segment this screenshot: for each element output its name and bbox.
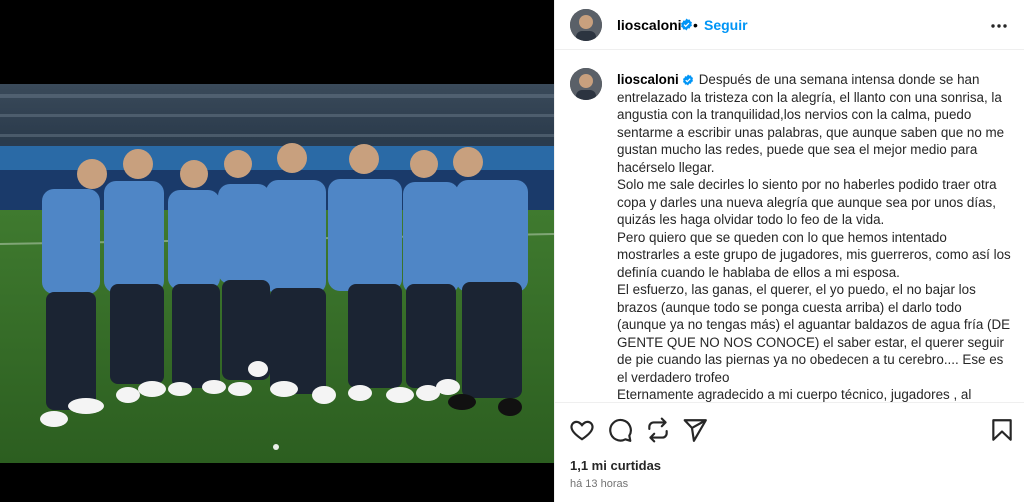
caption-paragraph: El esfuerzo, las ganas, el querer, el yo… xyxy=(617,282,1011,385)
share-icon[interactable] xyxy=(645,417,671,443)
verified-badge-icon xyxy=(682,74,693,86)
author-avatar[interactable] xyxy=(570,9,602,41)
author-username[interactable]: lioscaloni xyxy=(617,17,682,33)
post-timestamp[interactable]: há 13 horas xyxy=(570,478,628,490)
heart-icon[interactable] xyxy=(569,417,595,443)
carousel-indicator-dot[interactable] xyxy=(273,444,279,450)
send-icon[interactable] xyxy=(682,417,708,443)
follow-button[interactable]: Seguir xyxy=(704,17,748,33)
post-header: lioscaloni • Seguir xyxy=(555,0,1024,50)
caption-username[interactable]: lioscaloni xyxy=(617,72,679,87)
verified-badge-icon xyxy=(681,18,692,31)
caption-author-avatar[interactable] xyxy=(570,68,602,100)
caption-text: lioscaloni Después de una semana intensa… xyxy=(617,71,1012,402)
avatar-image xyxy=(570,9,602,41)
post-actions: 1,1 mi curtidas há 13 horas xyxy=(555,402,1024,502)
likes-count[interactable]: 1,1 mi curtidas xyxy=(570,458,661,473)
caption-paragraph: Después de una semana intensa donde se h… xyxy=(617,72,1005,175)
caption-paragraph: Solo me sale decirles lo siento por no h… xyxy=(617,177,997,227)
post-media xyxy=(0,0,554,502)
caption-section: lioscaloni Después de una semana intensa… xyxy=(555,58,1024,402)
comment-icon[interactable] xyxy=(607,417,633,443)
team-photo-image xyxy=(0,84,554,463)
caption-paragraph: Eternamente agradecido a mi cuerpo técni… xyxy=(617,387,972,402)
avatar-image xyxy=(570,68,602,100)
more-options-icon[interactable] xyxy=(987,14,1011,38)
bookmark-icon[interactable] xyxy=(989,417,1015,443)
post-details-panel: lioscaloni • Seguir lioscaloni Después d… xyxy=(554,0,1024,502)
post-photo[interactable] xyxy=(0,84,554,463)
header-separator: • xyxy=(693,17,698,33)
caption-paragraph: Pero quiero que se queden con lo que hem… xyxy=(617,229,1011,280)
